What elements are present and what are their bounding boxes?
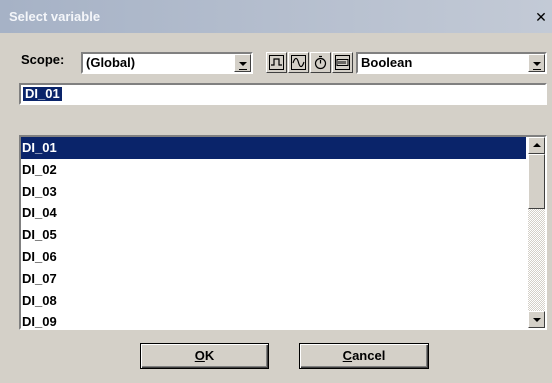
cancel-button[interactable]: Cancel xyxy=(299,343,429,369)
scroll-thumb[interactable] xyxy=(528,154,545,209)
title-bar[interactable]: Select variable ✕ xyxy=(0,0,552,33)
type-dropdown-button[interactable] xyxy=(528,54,545,72)
scope-label: Scope: xyxy=(21,52,65,67)
list-item[interactable]: DI_06 xyxy=(21,246,526,268)
list-item[interactable]: DI_05 xyxy=(21,224,526,246)
select-variable-dialog: Select variable ✕ Scope: (Global) Boolea… xyxy=(0,0,552,383)
type-value: Boolean xyxy=(361,55,413,70)
list-item[interactable]: DI_09 xyxy=(21,311,526,328)
variable-name-input[interactable]: DI_01 xyxy=(19,83,547,105)
list-item[interactable]: DI_04 xyxy=(21,202,526,224)
list-item[interactable]: DI_07 xyxy=(21,268,526,290)
timer-filter-button[interactable] xyxy=(310,52,331,73)
arrow-down-icon xyxy=(533,318,541,322)
variable-list-rows: DI_01 DI_02 DI_03 DI_04 DI_05 DI_06 DI_07 DI_08… xyxy=(21,137,526,328)
ok-button[interactable]: OK xyxy=(140,343,269,369)
list-item[interactable]: DI_03 xyxy=(21,181,526,203)
chevron-down-icon xyxy=(533,62,541,70)
scroll-up-button[interactable] xyxy=(528,137,545,154)
close-button[interactable]: ✕ xyxy=(533,10,549,25)
timer-icon xyxy=(314,55,327,70)
ok-label-rest: K xyxy=(204,348,215,363)
data-block-icon xyxy=(335,55,350,70)
cancel-label-rest: ancel xyxy=(352,348,386,363)
ok-mnemonic: O xyxy=(194,348,205,363)
close-icon: ✕ xyxy=(535,9,547,25)
list-item[interactable]: DI_02 xyxy=(21,159,526,181)
pulse-filter-button[interactable] xyxy=(266,52,287,73)
vertical-scrollbar[interactable] xyxy=(528,137,545,328)
scope-dropdown-button[interactable] xyxy=(234,54,251,72)
sine-filter-button[interactable] xyxy=(288,52,309,73)
sine-wave-icon xyxy=(291,55,306,70)
window-title: Select variable xyxy=(9,9,101,24)
arrow-up-icon xyxy=(533,143,541,147)
cancel-mnemonic: C xyxy=(342,348,353,363)
scroll-down-button[interactable] xyxy=(528,311,545,328)
scope-dropdown[interactable]: (Global) xyxy=(81,52,253,74)
data-filter-button[interactable] xyxy=(332,52,353,73)
list-item[interactable]: DI_08 xyxy=(21,290,526,312)
type-dropdown[interactable]: Boolean xyxy=(356,52,547,74)
variable-list[interactable]: DI_01 DI_02 DI_03 DI_04 DI_05 DI_06 DI_07 DI_08… xyxy=(19,135,547,330)
chevron-down-icon xyxy=(239,62,247,70)
scope-value: (Global) xyxy=(86,55,136,70)
pulse-wave-icon xyxy=(269,55,284,70)
variable-name-text: DI_01 xyxy=(23,86,62,101)
list-item[interactable]: DI_01 xyxy=(21,137,526,159)
